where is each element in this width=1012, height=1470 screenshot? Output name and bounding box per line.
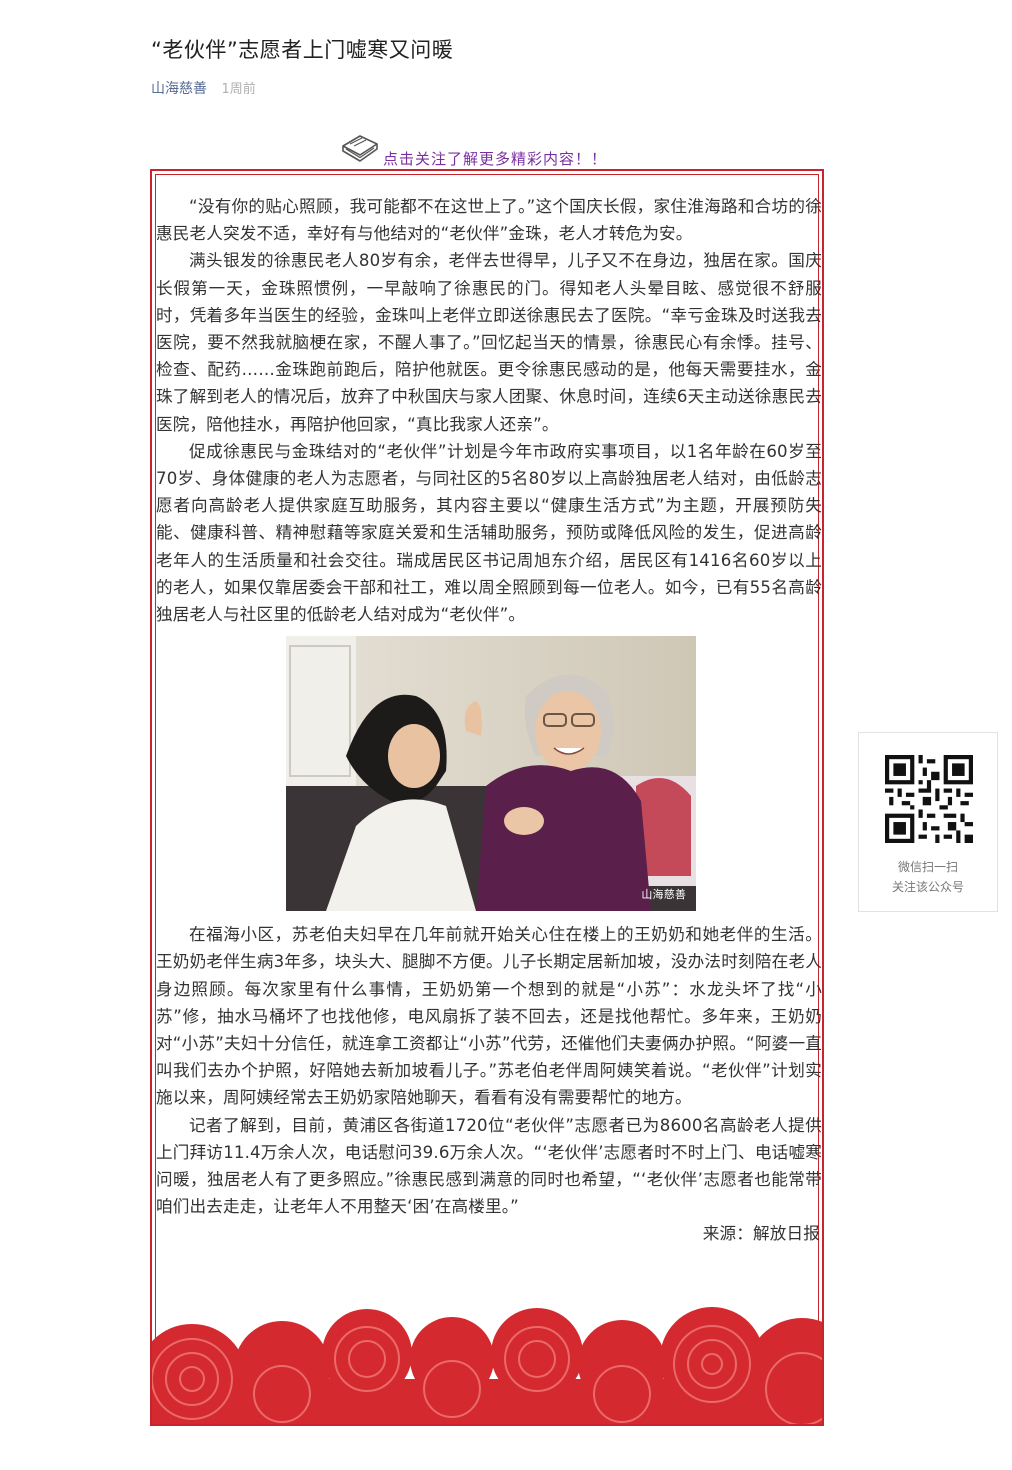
article-title: “老伙伴”志愿者上门嘘寒又问暖: [151, 38, 454, 62]
article-body: “没有你的贴心照顾，我可能都不在这世上了。”这个国庆长假，家住淮海路和合坊的徐惠…: [156, 193, 822, 1248]
follow-banner[interactable]: 点击关注了解更多精彩内容！！: [340, 132, 680, 168]
article-photo: 山海慈善: [286, 636, 696, 912]
paragraph-5: 记者了解到，目前，黄浦区各街道1720位“老伙伴”志愿者已为8600名高龄老人提…: [156, 1115, 822, 1217]
author-link[interactable]: 山海慈善: [151, 81, 207, 97]
follow-banner-text[interactable]: 点击关注了解更多精彩内容！！: [383, 148, 607, 169]
photo-watermark: 山海慈善: [641, 887, 686, 901]
qr-code-panel: 微信扫一扫 关注该公众号: [858, 732, 998, 912]
article-meta: 山海慈善 1周前: [151, 78, 256, 98]
qr-caption: 微信扫一扫 关注该公众号: [859, 857, 997, 897]
publish-time: 1周前: [221, 82, 256, 97]
paragraph-1: “没有你的贴心照顾，我可能都不在这世上了。”这个国庆长假，家住淮海路和合坊的徐惠…: [156, 197, 822, 244]
paragraph-4: 在福海小区，苏老伯夫妇早在几年前就开始关心住在楼上的王奶奶和她老伴的生活。王奶奶…: [156, 925, 822, 1108]
qr-code-icon[interactable]: [885, 755, 973, 843]
paragraph-3: 促成徐惠民与金珠结对的“老伙伴”计划是今年市政府实事项目，以1名年龄在60岁至7…: [156, 441, 822, 625]
paragraph-2: 满头银发的徐惠民老人80岁有余，老伴去世得早，儿子又不在身边，独居在家。国庆长假…: [156, 251, 822, 434]
article-source: 来源：解放日报: [702, 1224, 820, 1244]
article-frame: “没有你的贴心照顾，我可能都不在这世上了。”这个国庆长假，家住淮海路和合坊的徐惠…: [150, 169, 824, 1426]
qr-caption-line2: 关注该公众号: [891, 880, 964, 894]
book-icon: [342, 135, 378, 162]
cloud-decoration: [152, 1307, 822, 1424]
qr-caption-line1: 微信扫一扫: [897, 860, 958, 874]
